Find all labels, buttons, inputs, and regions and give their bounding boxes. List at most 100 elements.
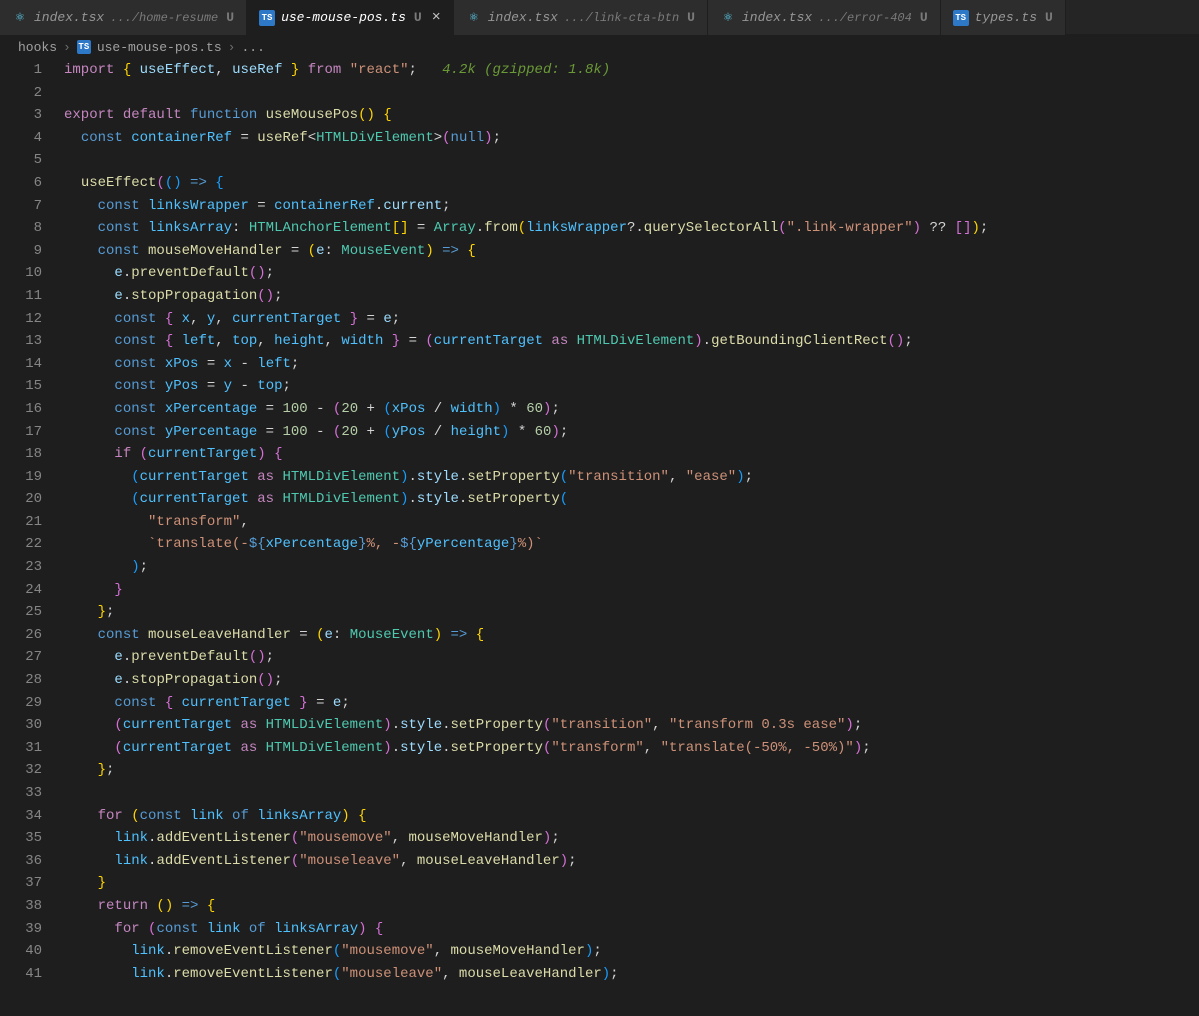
line-number: 9 — [0, 240, 42, 263]
line-number: 22 — [0, 533, 42, 556]
code-line[interactable]: }; — [64, 759, 1199, 782]
line-number: 24 — [0, 579, 42, 602]
code-line[interactable]: useEffect(() => { — [64, 172, 1199, 195]
line-number-gutter: 1234567891011121314151617181920212223242… — [0, 59, 64, 985]
code-line[interactable]: link.addEventListener("mousemove", mouse… — [64, 827, 1199, 850]
code-line[interactable]: const yPos = y - top; — [64, 375, 1199, 398]
tab-filename: use-mouse-pos.ts — [281, 10, 406, 25]
code-line[interactable]: e.preventDefault(); — [64, 646, 1199, 669]
line-number: 2 — [0, 82, 42, 105]
line-number: 40 — [0, 940, 42, 963]
tab-filename: index.tsx — [488, 10, 558, 25]
line-number: 38 — [0, 895, 42, 918]
close-icon[interactable]: × — [432, 9, 441, 26]
breadcrumb-segment[interactable]: hooks — [18, 40, 57, 55]
code-line[interactable]: (currentTarget as HTMLDivElement).style.… — [64, 714, 1199, 737]
code-line[interactable]: (currentTarget as HTMLDivElement).style.… — [64, 488, 1199, 511]
code-line[interactable]: const mouseMoveHandler = (e: MouseEvent)… — [64, 240, 1199, 263]
chevron-right-icon: › — [228, 40, 236, 55]
code-line[interactable] — [64, 782, 1199, 805]
line-number: 3 — [0, 104, 42, 127]
code-line[interactable]: e.stopPropagation(); — [64, 285, 1199, 308]
line-number: 21 — [0, 511, 42, 534]
editor-pane[interactable]: 1234567891011121314151617181920212223242… — [0, 59, 1199, 985]
code-line[interactable]: const mouseLeaveHandler = (e: MouseEvent… — [64, 624, 1199, 647]
line-number: 31 — [0, 737, 42, 760]
code-line[interactable]: export default function useMousePos() { — [64, 104, 1199, 127]
ts-icon: TS — [77, 40, 91, 54]
tab-index-home-resume[interactable]: ⚛ index.tsx .../home-resume U — [0, 0, 247, 35]
tab-status: U — [920, 10, 928, 25]
code-line[interactable]: link.removeEventListener("mouseleave", m… — [64, 963, 1199, 986]
line-number: 32 — [0, 759, 42, 782]
tab-index-link-cta-btn[interactable]: ⚛ index.tsx .../link-cta-btn U — [454, 0, 708, 35]
code-line[interactable]: `translate(-${xPercentage}%, -${yPercent… — [64, 533, 1199, 556]
code-line[interactable]: const xPercentage = 100 - (20 + (xPos / … — [64, 398, 1199, 421]
code-line[interactable]: if (currentTarget) { — [64, 443, 1199, 466]
line-number: 27 — [0, 646, 42, 669]
tab-filename: index.tsx — [742, 10, 812, 25]
code-line[interactable]: return () => { — [64, 895, 1199, 918]
line-number: 18 — [0, 443, 42, 466]
code-line[interactable]: e.preventDefault(); — [64, 262, 1199, 285]
line-number: 37 — [0, 872, 42, 895]
tab-status: U — [687, 10, 695, 25]
ts-icon: TS — [259, 10, 275, 26]
line-number: 14 — [0, 353, 42, 376]
tab-use-mouse-pos[interactable]: TS use-mouse-pos.ts U × — [247, 0, 454, 35]
tab-status: U — [226, 10, 234, 25]
line-number: 36 — [0, 850, 42, 873]
code-line[interactable]: "transform", — [64, 511, 1199, 534]
code-line[interactable]: const { currentTarget } = e; — [64, 692, 1199, 715]
code-line[interactable]: const { x, y, currentTarget } = e; — [64, 308, 1199, 331]
code-line[interactable]: (currentTarget as HTMLDivElement).style.… — [64, 737, 1199, 760]
line-number: 17 — [0, 421, 42, 444]
breadcrumb[interactable]: hooks › TS use-mouse-pos.ts › ... — [0, 35, 1199, 59]
code-line[interactable]: } — [64, 579, 1199, 602]
line-number: 20 — [0, 488, 42, 511]
line-number: 10 — [0, 262, 42, 285]
code-line[interactable]: const linksWrapper = containerRef.curren… — [64, 195, 1199, 218]
tab-types[interactable]: TS types.ts U — [941, 0, 1066, 35]
code-line[interactable]: for (const link of linksArray) { — [64, 805, 1199, 828]
code-line[interactable]: const { left, top, height, width } = (cu… — [64, 330, 1199, 353]
line-number: 5 — [0, 149, 42, 172]
tab-filename: index.tsx — [34, 10, 104, 25]
code-line[interactable]: for (const link of linksArray) { — [64, 918, 1199, 941]
tab-status: U — [1045, 10, 1053, 25]
code-line[interactable]: import { useEffect, useRef } from "react… — [64, 59, 1199, 82]
code-line[interactable]: (currentTarget as HTMLDivElement).style.… — [64, 466, 1199, 489]
code-line[interactable]: link.addEventListener("mouseleave", mous… — [64, 850, 1199, 873]
line-number: 1 — [0, 59, 42, 82]
line-number: 41 — [0, 963, 42, 986]
line-number: 12 — [0, 308, 42, 331]
code-area[interactable]: import { useEffect, useRef } from "react… — [64, 59, 1199, 985]
chevron-right-icon: › — [63, 40, 71, 55]
code-line[interactable] — [64, 82, 1199, 105]
code-line[interactable]: } — [64, 872, 1199, 895]
tab-path: .../home-resume — [110, 11, 218, 25]
code-line[interactable] — [64, 149, 1199, 172]
code-line[interactable]: const containerRef = useRef<HTMLDivEleme… — [64, 127, 1199, 150]
code-line[interactable]: const linksArray: HTMLAnchorElement[] = … — [64, 217, 1199, 240]
line-number: 16 — [0, 398, 42, 421]
tab-status: U — [414, 10, 422, 25]
react-icon: ⚛ — [466, 10, 482, 26]
line-number: 19 — [0, 466, 42, 489]
line-number: 33 — [0, 782, 42, 805]
tab-index-error-404[interactable]: ⚛ index.tsx .../error-404 U — [708, 0, 941, 35]
tabs-bar: ⚛ index.tsx .../home-resume U TS use-mou… — [0, 0, 1199, 35]
line-number: 25 — [0, 601, 42, 624]
code-line[interactable]: ); — [64, 556, 1199, 579]
code-line[interactable]: const yPercentage = 100 - (20 + (yPos / … — [64, 421, 1199, 444]
breadcrumb-segment[interactable]: ... — [241, 40, 264, 55]
line-number: 26 — [0, 624, 42, 647]
breadcrumb-segment[interactable]: use-mouse-pos.ts — [97, 40, 222, 55]
code-line[interactable]: }; — [64, 601, 1199, 624]
code-line[interactable]: e.stopPropagation(); — [64, 669, 1199, 692]
line-number: 15 — [0, 375, 42, 398]
code-line[interactable]: const xPos = x - left; — [64, 353, 1199, 376]
code-line[interactable]: link.removeEventListener("mousemove", mo… — [64, 940, 1199, 963]
tab-path: .../link-cta-btn — [564, 11, 679, 25]
line-number: 13 — [0, 330, 42, 353]
